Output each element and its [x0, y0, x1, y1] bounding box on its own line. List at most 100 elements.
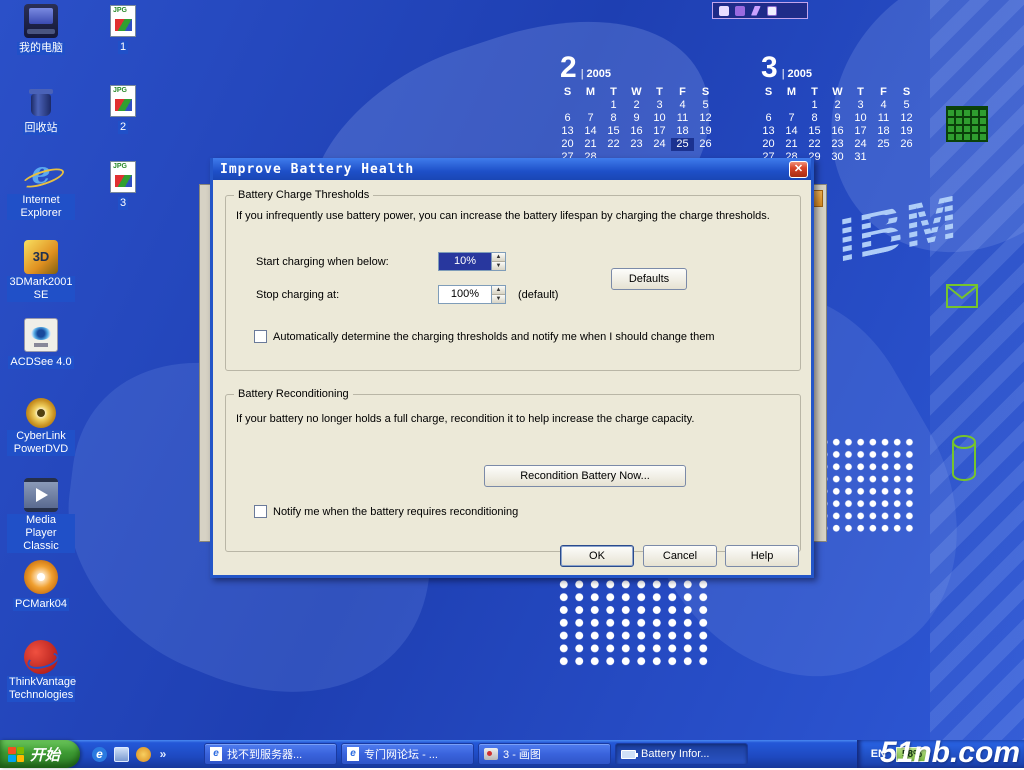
desktop-icon-my-computer[interactable]: 我的电脑 — [6, 4, 76, 56]
task-label: 3 - 画图 — [503, 746, 541, 762]
jpg-file-2-icon: JPG — [110, 85, 136, 117]
defaults-button[interactable]: Defaults — [611, 268, 687, 290]
ok-button[interactable]: OK — [560, 545, 634, 567]
calendar-day: 6 — [757, 112, 780, 125]
start-charging-spinner[interactable]: 10% — [438, 252, 506, 271]
spin-up-icon[interactable] — [492, 253, 505, 262]
calendar-title: 32005 — [761, 52, 929, 84]
jpg-file-1-icon: JPG — [110, 5, 136, 37]
cancel-button[interactable]: Cancel — [643, 545, 717, 567]
acdsee-icon — [24, 318, 58, 352]
calendar-day-header: W — [625, 86, 648, 99]
taskbar-task[interactable]: 专门网论坛 - ... — [341, 743, 474, 765]
notes-icon[interactable] — [767, 6, 777, 16]
spin-down-icon[interactable] — [492, 262, 505, 270]
desktop-icon-label: 2 — [118, 121, 128, 134]
calendar-day: 13 — [556, 125, 579, 138]
calendar-day: 5 — [895, 99, 918, 112]
calendar-day: 1 — [602, 99, 625, 112]
desktop-icon-recycle-bin[interactable]: 回收站 — [6, 84, 76, 136]
calendar-day-header: S — [757, 86, 780, 99]
task-label: Battery Infor... — [641, 748, 709, 760]
desktop-icon-jpg-file-3[interactable]: JPG3 — [88, 160, 158, 211]
desktop-icon-label: 我的电脑 — [17, 42, 65, 55]
jpg-file-3-icon: JPG — [110, 161, 136, 193]
speaker-icon[interactable] — [735, 6, 745, 16]
desktop-icon-jpg-file-2[interactable]: JPG 2 — [88, 84, 158, 135]
top-tray-toolbar[interactable] — [712, 2, 808, 19]
desktop-icon-cyberlink-powerdvd[interactable]: CyberLink PowerDVD — [6, 396, 76, 457]
calendar-day: 25 — [872, 138, 895, 151]
desktop-icon-thinkvantage-technologies[interactable]: ThinkVantage Technologies — [6, 640, 76, 703]
start-button[interactable]: 开始 — [0, 740, 80, 768]
show-desktop-launch-icon[interactable] — [114, 747, 129, 762]
desktop-icon-internet-explorer[interactable]: Internet Explorer — [6, 158, 76, 221]
desktop-icon-pcmark04[interactable]: PCMark04 — [6, 560, 76, 612]
group-description: If your battery no longer holds a full c… — [236, 413, 792, 425]
calendar-day: 20 — [556, 138, 579, 151]
calendar: 32005 SMTWTFS123456789101112131415161718… — [757, 52, 929, 164]
calendar: 22005 SMTWTFS123456789101112131415161718… — [556, 52, 728, 164]
calendar-day-header: S — [895, 86, 918, 99]
calendar-day-header: S — [556, 86, 579, 99]
watermark: 51nb.com — [880, 736, 1020, 770]
desktop-icon-media-player-classic[interactable]: Media Player Classic — [6, 478, 76, 554]
media-player-launch-icon[interactable] — [136, 747, 151, 762]
notify-reconditioning-checkbox[interactable]: Notify me when the battery requires reco… — [254, 505, 518, 518]
calendar-day: 19 — [895, 125, 918, 138]
start-charging-value[interactable]: 10% — [439, 253, 491, 270]
3dmark2001-se-icon — [24, 240, 58, 274]
taskbar-task[interactable]: Battery Infor... — [615, 743, 748, 765]
my-computer-icon — [24, 4, 58, 38]
recondition-battery-button[interactable]: Recondition Battery Now... — [484, 465, 686, 487]
desktop-icon-jpg-file-1[interactable]: JPG1 — [88, 4, 158, 55]
lightning-icon[interactable] — [751, 6, 761, 16]
start-charging-label: Start charging when below: — [256, 256, 389, 268]
taskbar-task[interactable]: 找不到服务器... — [204, 743, 337, 765]
spin-up-icon[interactable] — [492, 286, 505, 295]
calendar-day-header: T — [602, 86, 625, 99]
calendar-day: 10 — [849, 112, 872, 125]
calendar-day: 14 — [780, 125, 803, 138]
calendar-day: 5 — [694, 99, 717, 112]
desktop-icon-label: CyberLink PowerDVD — [7, 430, 75, 456]
dialog-title: Improve Battery Health — [220, 162, 789, 177]
calendar-day: 6 — [556, 112, 579, 125]
calendar-day-header: M — [780, 86, 803, 99]
desktop-icon-3dmark2001-se[interactable]: 3DMark2001 SE — [6, 240, 76, 303]
calendar-day: 7 — [780, 112, 803, 125]
group-title: Battery Charge Thresholds — [234, 189, 373, 201]
calendar-day-header: W — [826, 86, 849, 99]
stop-charging-spinner[interactable]: 100% — [438, 285, 506, 304]
jpg-tag: JPG — [113, 87, 127, 95]
calendar-month: 3 — [761, 51, 778, 84]
pen-icon[interactable] — [719, 6, 729, 16]
close-icon[interactable] — [789, 161, 808, 178]
desktop-icon-label: ACDSee 4.0 — [8, 356, 73, 369]
calendar-day: 15 — [602, 125, 625, 138]
calendar-day: 11 — [872, 112, 895, 125]
calendar-day: 21 — [579, 138, 602, 151]
calendar-day: 10 — [648, 112, 671, 125]
stop-charging-value[interactable]: 100% — [439, 286, 491, 303]
auto-determine-checkbox[interactable]: Automatically determine the charging thr… — [254, 330, 714, 343]
help-button[interactable]: Help — [725, 545, 799, 567]
calendar-day — [757, 99, 780, 112]
quick-launch-overflow-icon[interactable]: » — [158, 747, 168, 762]
database-cylinder-icon — [950, 434, 978, 482]
calendar-day: 18 — [872, 125, 895, 138]
improve-battery-health-dialog: Improve Battery Health Battery Charge Th… — [210, 158, 814, 578]
calendar-day-header: M — [579, 86, 602, 99]
calendar-day — [556, 99, 579, 112]
spin-down-icon[interactable] — [492, 295, 505, 303]
stop-charging-label: Stop charging at: — [256, 289, 339, 301]
calendar-day: 23 — [625, 138, 648, 151]
calendar-day: 16 — [625, 125, 648, 138]
calendar-day: 4 — [671, 99, 694, 112]
calendar-year: 2005 — [577, 68, 611, 80]
taskbar-task[interactable]: 3 - 画图 — [478, 743, 611, 765]
internet-explorer-launch-icon[interactable]: e — [92, 747, 107, 762]
dialog-titlebar[interactable]: Improve Battery Health — [213, 158, 811, 180]
calendar-day: 1 — [803, 99, 826, 112]
desktop-icon-acdsee[interactable]: ACDSee 4.0 — [6, 318, 76, 370]
